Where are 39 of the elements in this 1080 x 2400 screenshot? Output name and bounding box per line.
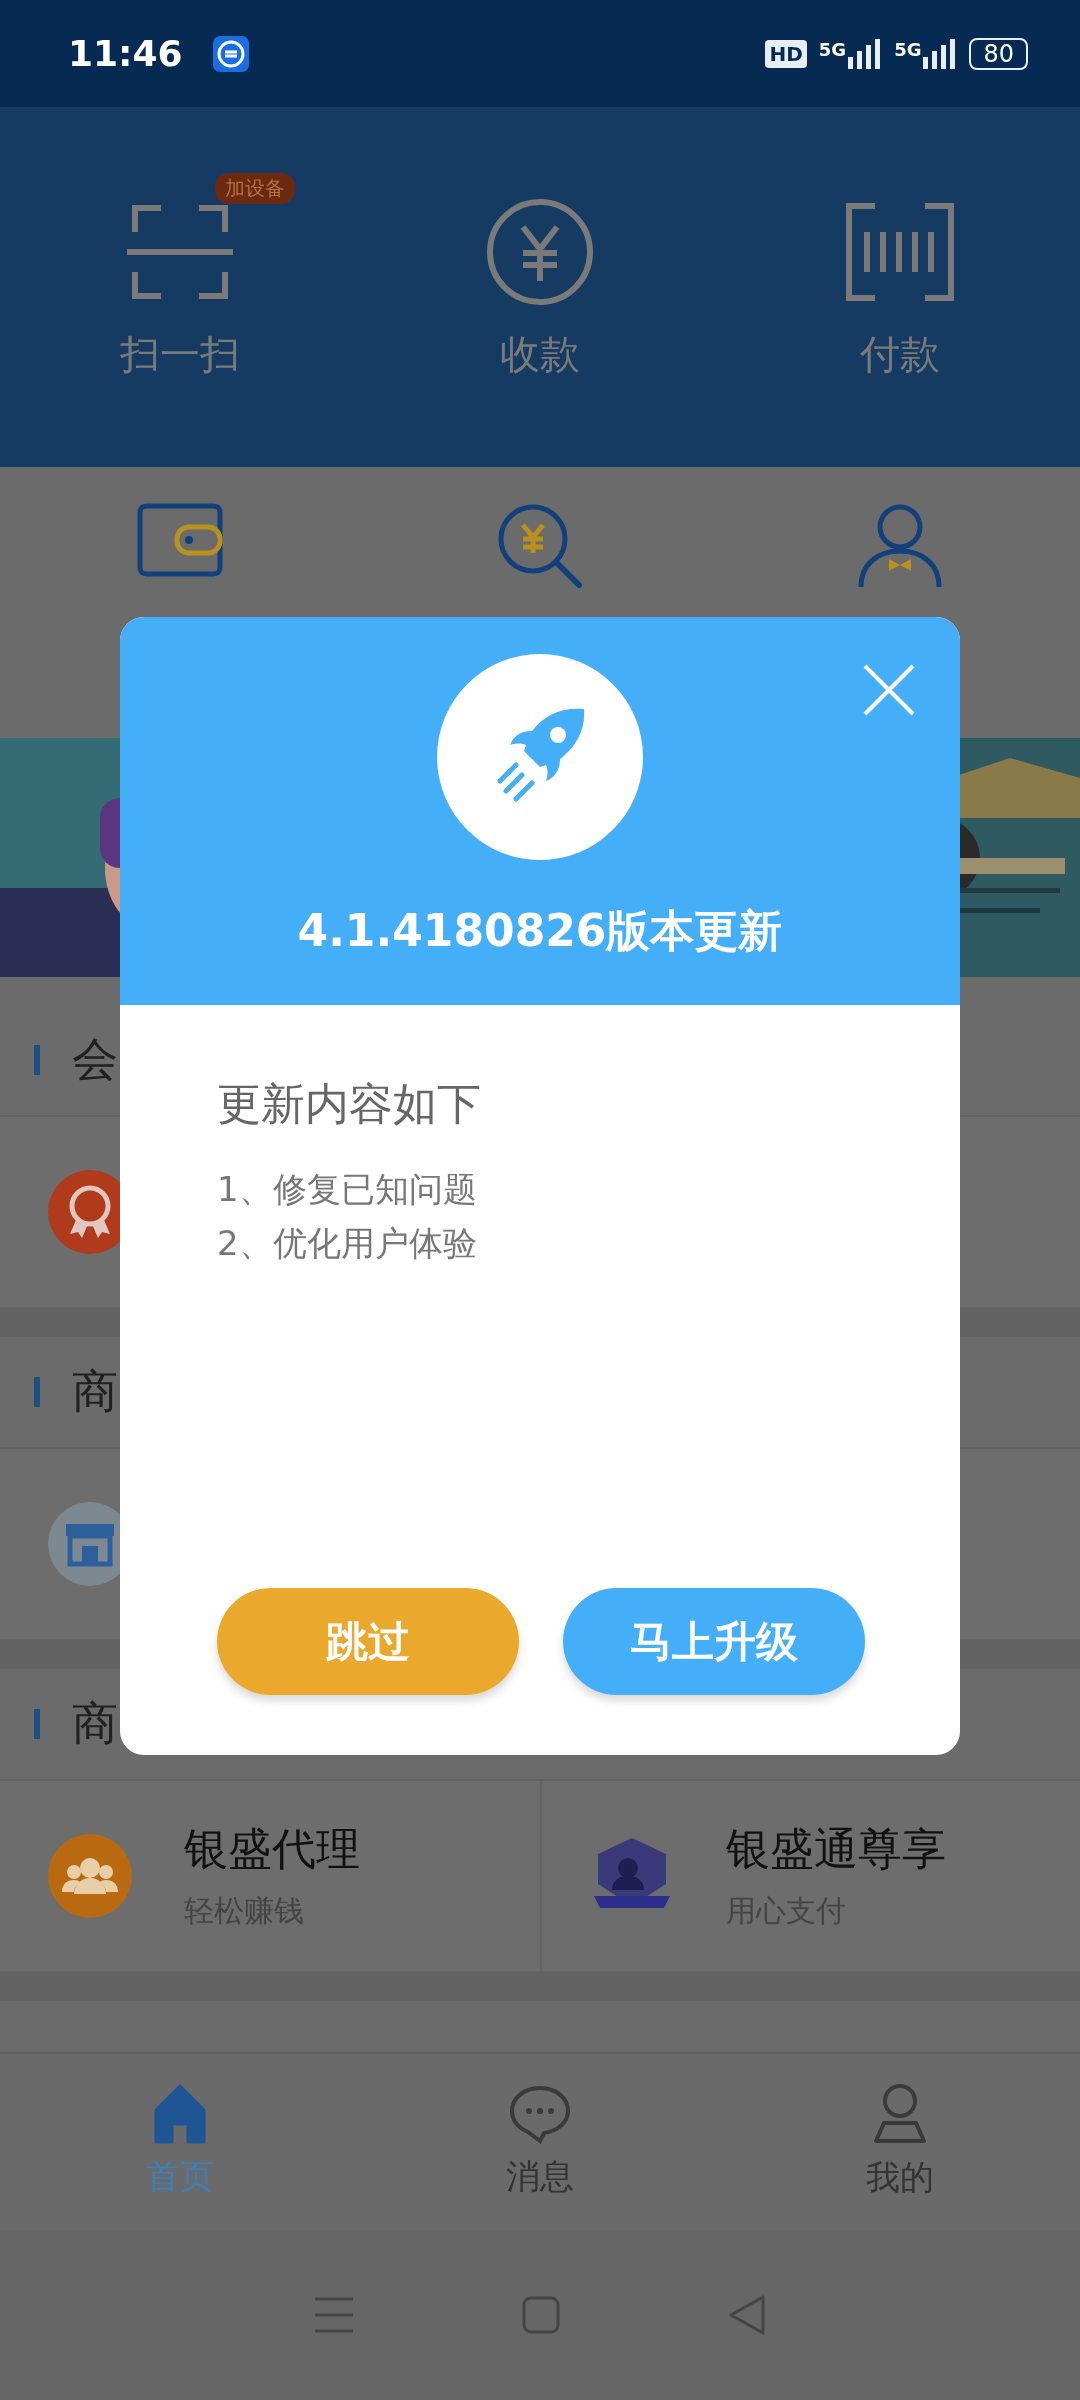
skip-button[interactable]: 跳过 bbox=[217, 1588, 519, 1695]
app-icon bbox=[212, 35, 249, 72]
signal-icon bbox=[923, 38, 958, 69]
section-title: 商 bbox=[72, 1363, 118, 1420]
home-button-icon[interactable] bbox=[522, 2296, 560, 2334]
signal-icon bbox=[848, 38, 883, 69]
person-icon[interactable] bbox=[857, 503, 943, 589]
clock: 11:46 bbox=[68, 33, 183, 74]
section-title: 会 bbox=[72, 1031, 118, 1088]
item-title[interactable]: 银盛代理 bbox=[184, 1820, 360, 1879]
home-icon[interactable] bbox=[154, 2084, 206, 2144]
network-label: 5G bbox=[818, 38, 847, 60]
group-icon[interactable] bbox=[48, 1834, 132, 1918]
yuan-icon[interactable] bbox=[485, 197, 595, 307]
hd-icon: HD bbox=[765, 39, 807, 68]
person-icon[interactable] bbox=[872, 2083, 928, 2145]
update-note: 2、优化用户体验 bbox=[217, 1222, 478, 1265]
action-label[interactable]: 付款 bbox=[860, 327, 940, 382]
badge: 加设备 bbox=[215, 173, 295, 204]
network-label: 5G bbox=[894, 38, 922, 60]
section-marker bbox=[34, 1377, 40, 1407]
search-icon[interactable] bbox=[497, 503, 583, 589]
scan-icon[interactable] bbox=[125, 202, 235, 302]
dialog-title: 4.1.4180826版本更新 bbox=[297, 904, 783, 958]
action-label[interactable]: 收款 bbox=[500, 327, 580, 382]
menu-icon[interactable] bbox=[314, 2297, 353, 2333]
chat-icon[interactable] bbox=[509, 2084, 571, 2144]
section-marker bbox=[34, 1709, 40, 1739]
back-icon[interactable] bbox=[729, 2295, 766, 2335]
upgrade-button[interactable]: 马上升级 bbox=[563, 1588, 865, 1695]
wallet-icon[interactable] bbox=[137, 503, 223, 577]
section-title: 商 bbox=[72, 1695, 118, 1752]
item-title[interactable]: 银盛通尊享 bbox=[726, 1820, 946, 1879]
action-label[interactable]: 扫一扫 bbox=[120, 327, 240, 382]
update-note: 1、修复已知问题 bbox=[217, 1168, 478, 1211]
barcode-icon[interactable] bbox=[845, 202, 955, 302]
battery-icon: 80 bbox=[969, 37, 1028, 70]
dialog-heading: 更新内容如下 bbox=[217, 1077, 482, 1131]
section-marker bbox=[34, 1045, 40, 1075]
